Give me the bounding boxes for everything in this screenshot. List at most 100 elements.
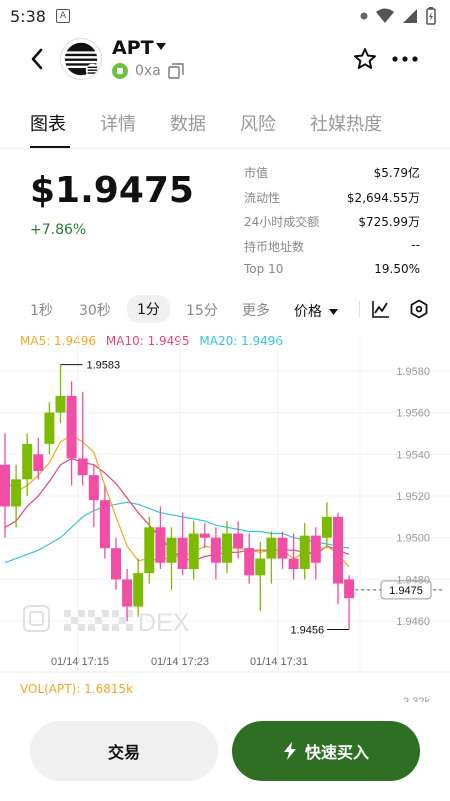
candle-body xyxy=(199,533,210,538)
settings-button[interactable] xyxy=(408,298,430,320)
high-price-label: 1.9583 xyxy=(87,360,121,372)
stat-value: $725.99万 xyxy=(358,215,420,229)
quick-buy-label: 快速买入 xyxy=(304,745,369,762)
status-icons xyxy=(360,7,436,25)
candle-body xyxy=(333,516,343,584)
x-tick-label: 01/14 17:31 xyxy=(250,656,308,668)
price-chart[interactable]: MA5: 1.9496 MA10: 1.9495 MA20: 1.9496 DE… xyxy=(0,332,450,702)
candle-body xyxy=(66,395,77,459)
candle-body xyxy=(122,579,133,607)
tab-chart[interactable]: 图表 xyxy=(30,110,66,136)
more-dots-icon xyxy=(392,56,418,62)
stat-label: 24小时成交额 xyxy=(244,215,320,229)
candle-body xyxy=(177,537,188,569)
timeframe-more[interactable]: 更多 xyxy=(242,300,270,320)
candle-body xyxy=(77,458,88,476)
y-tick-label: 1.9560 xyxy=(396,408,430,420)
status-time: 5:38 xyxy=(10,6,46,26)
dot-icon xyxy=(360,12,368,20)
tab-data[interactable]: 数据 xyxy=(170,110,206,136)
tab-social[interactable]: 社媒热度 xyxy=(310,110,382,136)
address-row: 0xa xyxy=(112,63,184,79)
stat-label: 市值 xyxy=(244,166,269,180)
candle-body xyxy=(288,558,299,569)
candle-body xyxy=(277,537,288,559)
price-dropdown[interactable]: 价格 xyxy=(294,301,339,321)
token-logo-icon xyxy=(60,38,102,80)
lightning-icon xyxy=(283,742,296,760)
candle-body xyxy=(44,412,55,444)
candle-body xyxy=(188,533,199,569)
signal-icon xyxy=(403,9,417,23)
candle-body xyxy=(266,537,277,559)
candle-body xyxy=(111,548,121,580)
status-bar: 5:38 A xyxy=(0,0,450,32)
timeframe-30s[interactable]: 30秒 xyxy=(79,300,111,320)
volume-label: VOL(APT): 1.6815k xyxy=(20,682,134,696)
stat-value: 19.50% xyxy=(374,262,420,276)
stat-value: -- xyxy=(411,237,420,252)
candle-body xyxy=(210,537,221,563)
candle-body xyxy=(133,573,144,607)
price-change: +7.86% xyxy=(30,222,87,238)
chevron-left-icon xyxy=(31,48,43,70)
candle-body xyxy=(255,558,266,576)
favorite-button[interactable] xyxy=(350,44,380,74)
tab-risk[interactable]: 风险 xyxy=(240,110,276,136)
copy-icon[interactable] xyxy=(168,63,184,79)
more-button[interactable] xyxy=(390,44,420,74)
current-price: $1.9475 xyxy=(30,170,194,211)
trade-button[interactable]: 交易 xyxy=(30,721,218,781)
stat-value: $2,694.55万 xyxy=(346,190,420,205)
caret-down-icon xyxy=(329,309,339,315)
y-tick-label: 1.9540 xyxy=(396,449,430,461)
stat-row: 24小时成交额 $725.99万 xyxy=(244,213,420,238)
stat-label: 流动性 xyxy=(244,190,281,205)
candle-body xyxy=(244,548,255,576)
candle-body xyxy=(321,516,332,538)
star-icon xyxy=(354,48,376,69)
y-tick-label: 1.9480 xyxy=(396,574,430,586)
candlestick-chart[interactable]: DEX 1.9583 1.9456 1.9475 1.9580 1.9560 1.954… xyxy=(0,332,450,702)
candle-body xyxy=(222,533,232,563)
x-tick-label: 01/14 17:15 xyxy=(51,656,109,668)
timeframe-bar: 1秒 30秒 1分 15分 更多 价格 xyxy=(0,292,450,328)
stat-row: 市值 $5.79亿 xyxy=(244,164,420,189)
y-tick-label: 1.9500 xyxy=(396,533,430,545)
stat-value: $5.79亿 xyxy=(373,166,420,180)
tab-details[interactable]: 详情 xyxy=(100,110,136,136)
section-tabs: 图表 详情 数据 风险 社媒热度 xyxy=(0,102,450,148)
watermark-text: DEX xyxy=(138,609,190,637)
wifi-icon xyxy=(376,8,394,23)
price-dropdown-label: 价格 xyxy=(294,304,322,320)
candle-body xyxy=(166,537,177,563)
ma5-line xyxy=(4,434,350,568)
indicator-button[interactable] xyxy=(370,298,392,320)
candle-body xyxy=(233,533,244,549)
current-price-label: 1.9475 xyxy=(389,585,423,597)
x-tick-label: 01/14 17:23 xyxy=(151,656,209,668)
token-header: APT 0xa xyxy=(0,32,450,88)
stat-row: 持币地址数 -- xyxy=(244,238,420,263)
candle-body xyxy=(88,475,99,501)
low-price-label: 1.9456 xyxy=(290,624,324,636)
token-name[interactable]: APT xyxy=(112,37,154,59)
timeframe-1s[interactable]: 1秒 xyxy=(30,300,53,320)
timeframe-15m[interactable]: 15分 xyxy=(186,300,218,320)
candle-body xyxy=(22,443,33,480)
timeframe-1m[interactable]: 1分 xyxy=(127,295,170,323)
stat-row: Top 10 19.50% xyxy=(244,262,420,287)
ma20-line xyxy=(4,501,350,564)
volume-axis-label: 3.32k xyxy=(403,696,430,702)
trade-label: 交易 xyxy=(107,745,140,762)
hexagon-settings-icon xyxy=(410,299,428,319)
candle-body xyxy=(0,464,10,507)
quick-buy-button[interactable]: 快速买入 xyxy=(232,721,420,781)
stat-label: Top 10 xyxy=(244,262,284,276)
caret-down-icon[interactable] xyxy=(156,43,166,51)
y-tick-label: 1.9580 xyxy=(396,366,430,378)
ma10-line xyxy=(4,457,350,562)
y-tick-label: 1.9460 xyxy=(396,616,430,628)
line-chart-icon xyxy=(372,301,389,318)
back-button[interactable] xyxy=(22,44,52,74)
